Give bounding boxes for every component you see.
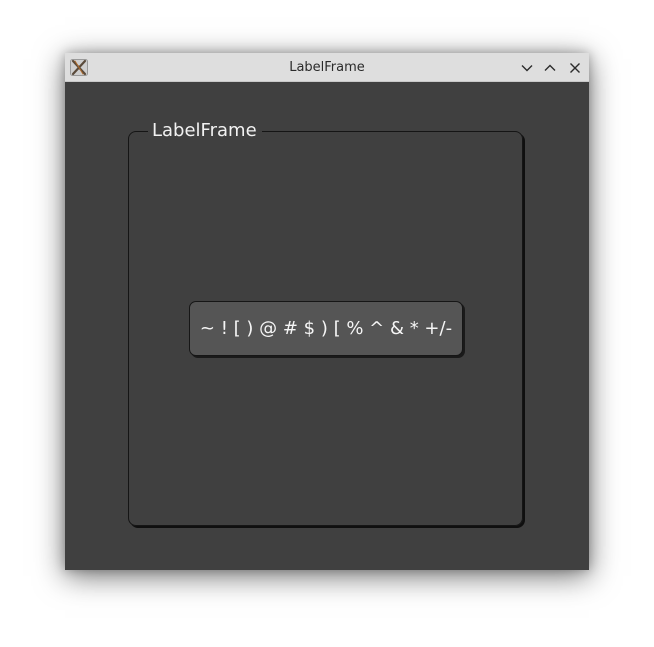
app-window: LabelFrame LabelFrame ~ ! [ ) @ # $ ) [ … [65,53,589,570]
symbols-button[interactable]: ~ ! [ ) @ # $ ) [ % ^ & * +/- [189,301,463,356]
close-icon[interactable] [566,59,584,77]
label-frame-title: LabelFrame [148,119,262,143]
chevron-up-icon[interactable] [541,59,559,77]
window-content: LabelFrame ~ ! [ ) @ # $ ) [ % ^ & * +/- [65,82,589,570]
chevron-down-icon[interactable] [518,59,536,77]
label-frame: LabelFrame ~ ! [ ) @ # $ ) [ % ^ & * +/- [128,119,523,526]
title-bar[interactable]: LabelFrame [65,53,589,82]
window-title: LabelFrame [289,60,365,75]
